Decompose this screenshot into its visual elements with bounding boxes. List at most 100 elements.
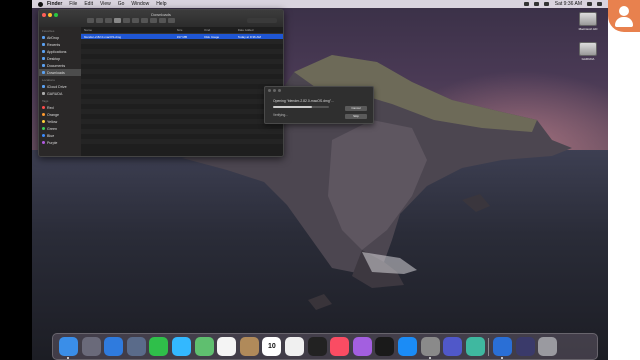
dock-tv-icon[interactable]: [307, 337, 327, 356]
menu-clock[interactable]: Sat 9:36 AM: [555, 1, 582, 7]
dialog-close-button[interactable]: [268, 89, 271, 92]
sidebar-tag-red[interactable]: Red: [39, 104, 81, 111]
tag-dot-icon: [42, 134, 45, 137]
dock-contacts-icon[interactable]: [239, 337, 259, 356]
sidebar-item-icloud-drive[interactable]: iCloud Drive: [39, 83, 81, 90]
sidebar-item-documents[interactable]: Documents: [39, 62, 81, 69]
tag-dot-icon: [42, 106, 45, 109]
menu-window[interactable]: Window: [131, 1, 149, 7]
dock-facetime-icon[interactable]: [149, 337, 169, 356]
column-header-kind[interactable]: Kind: [204, 28, 238, 32]
menu-edit[interactable]: Edit: [84, 1, 93, 7]
finder-titlebar[interactable]: Downloads: [39, 10, 283, 28]
tag-icon[interactable]: [168, 18, 175, 23]
cancel-button[interactable]: Cancel: [345, 106, 367, 111]
gallery-view-button[interactable]: [132, 18, 139, 23]
skip-button[interactable]: Skip: [345, 114, 367, 119]
column-header-size[interactable]: Size: [177, 28, 205, 32]
column-view-button[interactable]: [123, 18, 130, 23]
tag-dot-icon: [42, 113, 45, 116]
file-name: blender-2.82.0-macOS.dmg: [84, 34, 122, 39]
sidebar-item-downloads[interactable]: Downloads: [39, 69, 81, 76]
dock: 10: [52, 333, 598, 360]
menu-app-name[interactable]: Finder: [47, 1, 62, 7]
wifi-icon[interactable]: [523, 2, 529, 6]
dock-safari-icon[interactable]: [104, 337, 124, 356]
sidebar-item-desktop[interactable]: Desktop: [39, 55, 81, 62]
cloud-icon: [42, 85, 45, 88]
sidebar-tag-yellow[interactable]: Yellow: [39, 118, 81, 125]
group-button[interactable]: [141, 18, 148, 23]
dock-messages-icon[interactable]: [171, 337, 191, 356]
file-row[interactable]: blender-2.82.0-macOS.dmg 197 MB Disk Ima…: [81, 34, 283, 39]
dock-podcasts-icon[interactable]: [352, 337, 372, 356]
sidebar-tag-orange[interactable]: Orange: [39, 111, 81, 118]
running-indicator: [501, 357, 504, 359]
dialog-zoom-button[interactable]: [278, 89, 281, 92]
dock-app-green-icon[interactable]: [465, 337, 485, 356]
sidebar-tag-blue[interactable]: Blue: [39, 132, 81, 139]
desktop: Finder File Edit View Go Window Help Sat…: [32, 0, 608, 360]
sidebar-header-locations: Locations: [42, 78, 55, 82]
volume-icon[interactable]: [533, 2, 539, 6]
battery-icon[interactable]: [543, 2, 549, 6]
presenter-avatar: [608, 0, 640, 32]
dock-blender-icon[interactable]: [493, 337, 513, 359]
apple-menu-icon[interactable]: [38, 1, 43, 7]
empty-rows: [81, 39, 283, 149]
opening-progress-dialog: Opening “blender-2.82.0-macOS.dmg”... Ve…: [264, 86, 374, 124]
dock-trash-icon[interactable]: [538, 337, 558, 356]
sidebar-tag-green[interactable]: Green: [39, 125, 81, 132]
icon-view-button[interactable]: [105, 18, 112, 23]
dock-teams-icon[interactable]: [443, 337, 463, 356]
clock-icon: [42, 43, 45, 46]
list-view-button[interactable]: [114, 18, 121, 23]
action-gear-icon[interactable]: [150, 18, 157, 23]
status-message: Verifying...: [273, 113, 288, 117]
dock-apple-tv-icon[interactable]: [375, 337, 395, 356]
sidebar-item-applications[interactable]: Applications: [39, 48, 81, 55]
menu-go[interactable]: Go: [118, 1, 125, 7]
window-title: Downloads: [151, 12, 171, 17]
sidebar-tag-purple[interactable]: Purple: [39, 139, 81, 146]
right-letterbox: [608, 0, 640, 360]
column-header-date-added[interactable]: Date Added: [238, 28, 283, 32]
dock-finder-icon[interactable]: [59, 337, 78, 359]
menu-view[interactable]: View: [100, 1, 111, 7]
desktop-disk[interactable]: GARUDA: [578, 40, 598, 62]
dock-calendar-icon[interactable]: 10: [262, 337, 282, 356]
desktop-icon: [42, 57, 45, 60]
menu-help[interactable]: Help: [156, 1, 166, 7]
progress-fill: [273, 106, 313, 108]
sidebar-item-garuda[interactable]: GARUDA: [39, 90, 81, 97]
dock-app-store-icon[interactable]: [397, 337, 417, 356]
dialog-minimize-button[interactable]: [273, 89, 276, 92]
back-button[interactable]: [87, 18, 94, 23]
menu-file[interactable]: File: [69, 1, 77, 7]
column-header-name[interactable]: Name: [81, 28, 177, 32]
dock-launchpad-icon[interactable]: [81, 337, 101, 356]
search-field[interactable]: [247, 18, 277, 23]
tag-dot-icon: [42, 141, 45, 144]
spotlight-icon[interactable]: [587, 2, 592, 6]
dock-preview-icon[interactable]: [126, 337, 146, 356]
sidebar-item-airdrop[interactable]: AirDrop: [39, 34, 81, 41]
dock-photos-icon[interactable]: [217, 337, 237, 356]
share-icon[interactable]: [159, 18, 166, 23]
dock-system-preferences-icon[interactable]: [420, 337, 440, 359]
dock-music-icon[interactable]: [330, 337, 350, 356]
dock-reminders-icon[interactable]: [284, 337, 304, 356]
desktop-disk[interactable]: Macintosh HD: [578, 10, 598, 32]
document-icon: [42, 64, 45, 67]
file-size: 197 MB: [176, 34, 187, 39]
notification-center-icon[interactable]: [597, 2, 602, 6]
forward-button[interactable]: [96, 18, 103, 23]
dock-screenshot-icon[interactable]: [515, 337, 535, 356]
running-indicator: [67, 357, 69, 359]
dock-maps-icon[interactable]: [194, 337, 214, 356]
dock-separator: [488, 337, 490, 356]
sidebar-item-recents[interactable]: Recents: [39, 41, 81, 48]
calendar-day: 10: [267, 343, 276, 350]
sidebar-header-favorites: Favorites: [42, 29, 55, 33]
hard-disk-icon: [579, 12, 597, 26]
